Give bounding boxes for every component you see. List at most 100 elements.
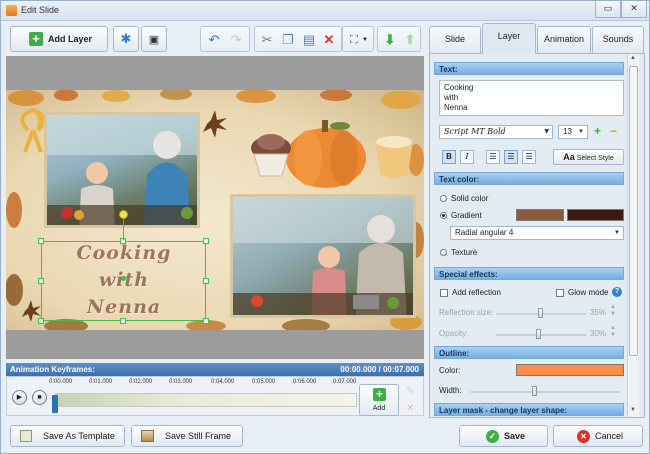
text-content-box[interactable]: Cooking with Nenna xyxy=(439,80,624,116)
keyframe-track[interactable] xyxy=(55,393,357,407)
tick-label: 0:05.000 xyxy=(252,379,276,385)
reflection-size-label: Reflection size: xyxy=(439,308,494,317)
animation-keyframes-label: Animation Keyframes: xyxy=(10,365,95,374)
add-reflection-label: Add reflection xyxy=(452,288,501,297)
resize-handle-tr[interactable] xyxy=(203,238,209,244)
move-down-icon[interactable]: ⬇ xyxy=(380,30,400,50)
order-group: ⬇ ⬆ xyxy=(377,26,421,52)
spin-arrows-icon[interactable]: ▲ ▼ xyxy=(610,304,616,318)
opacity-thumb[interactable] xyxy=(536,329,541,339)
select-style-button[interactable]: Aa Select Style xyxy=(553,149,624,165)
save-as-template-label: Save As Template xyxy=(43,431,115,441)
camera-button[interactable]: ▣ xyxy=(141,26,167,52)
resize-handle-tl[interactable] xyxy=(38,238,44,244)
edit-group: ✂ ❐ ▤ ✕ xyxy=(254,26,342,52)
text-line-2: with xyxy=(444,93,459,102)
add-keyframe-button[interactable]: + Add xyxy=(359,384,399,416)
font-name-value: Script MT Bold xyxy=(444,127,506,136)
gradient-radio[interactable] xyxy=(440,212,447,219)
special-effects-header: Special effects: xyxy=(434,267,624,280)
slide-canvas[interactable]: Cooking with Nenna xyxy=(6,56,424,359)
increase-font-icon[interactable]: + xyxy=(594,124,601,138)
resize-handle-br[interactable] xyxy=(203,318,209,324)
scroll-thumb[interactable] xyxy=(629,66,638,356)
effects-button[interactable]: ✱ xyxy=(113,26,139,52)
resize-handle-r[interactable] xyxy=(203,278,209,284)
add-layer-label: Add Layer xyxy=(48,34,93,44)
add-reflection-checkbox[interactable] xyxy=(440,289,448,297)
layer-selection-box[interactable] xyxy=(41,241,206,321)
resize-handle-bl[interactable] xyxy=(38,318,44,324)
photo-kitchen-2[interactable] xyxy=(230,194,416,318)
tab-sounds[interactable]: Sounds xyxy=(592,26,644,53)
outline-color-swatch[interactable] xyxy=(516,364,624,376)
font-name-select[interactable]: Script MT Bold ▼ xyxy=(439,125,553,139)
save-button[interactable]: ✓ Save xyxy=(459,425,548,447)
spin-arrows-icon[interactable]: ▲ ▼ xyxy=(610,325,616,339)
outline-color-label: Color: xyxy=(439,366,461,375)
cancel-button[interactable]: ✕ Cancel xyxy=(553,425,643,447)
glow-mode-checkbox[interactable] xyxy=(556,289,564,297)
bold-button[interactable]: B xyxy=(442,150,456,164)
text-line-3: Nenna xyxy=(444,103,468,112)
edit-keyframe-icon[interactable]: ✎ xyxy=(406,386,414,397)
align-center-button[interactable]: ☰ xyxy=(504,150,518,164)
reflection-size-thumb[interactable] xyxy=(538,308,543,318)
font-size-select[interactable]: 13 ▼ xyxy=(558,125,588,139)
outline-width-thumb[interactable] xyxy=(532,386,537,396)
delete-keyframe-icon[interactable]: ✕ xyxy=(406,403,414,414)
align-center-icon: ☰ xyxy=(507,152,515,161)
outline-header: Outline: xyxy=(434,346,624,359)
gradient-color-1-swatch[interactable] xyxy=(516,209,564,221)
scroll-up-icon[interactable]: ▲ xyxy=(630,55,636,61)
align-left-button[interactable]: ☰ xyxy=(486,150,500,164)
texture-label: Texture xyxy=(451,248,478,257)
stop-button[interactable]: ■ xyxy=(32,390,47,405)
gradient-type-select[interactable]: Radial angular 4 ▼ xyxy=(450,226,624,240)
chevron-down-icon[interactable]: ▼ xyxy=(359,30,371,50)
close-window-button[interactable]: ✕ xyxy=(621,1,647,18)
undo-icon[interactable]: ↶ xyxy=(204,30,224,50)
tab-animation[interactable]: Animation xyxy=(537,26,591,53)
solid-color-radio[interactable] xyxy=(440,195,447,202)
app-icon xyxy=(6,5,17,16)
move-up-icon[interactable]: ⬆ xyxy=(400,30,420,50)
paste-icon[interactable]: ▤ xyxy=(299,30,319,50)
opacity-value[interactable]: 30% xyxy=(590,327,606,340)
align-right-button[interactable]: ☰ xyxy=(522,150,536,164)
time-display: 00:00.000 / 00:07.000 xyxy=(340,365,419,374)
checkmark-icon: ✓ xyxy=(486,430,499,443)
anchor-point[interactable] xyxy=(121,276,126,281)
gradient-color-2-swatch[interactable] xyxy=(567,209,624,221)
tab-slide[interactable]: Slide xyxy=(429,26,481,53)
save-as-template-button[interactable]: Save As Template xyxy=(10,425,125,447)
fit-group: ⛶ ▼ xyxy=(342,26,374,52)
italic-button[interactable]: I xyxy=(460,150,474,164)
cut-icon[interactable]: ✂ xyxy=(257,30,277,50)
texture-radio[interactable] xyxy=(440,249,447,256)
redo-icon[interactable]: ↷ xyxy=(226,30,246,50)
add-layer-button[interactable]: + Add Layer xyxy=(10,26,108,52)
tab-layer[interactable]: Layer xyxy=(482,23,536,54)
playhead[interactable] xyxy=(52,395,58,413)
panel-scrollbar[interactable]: ▲ ▼ xyxy=(627,54,639,417)
chevron-down-icon: ▼ xyxy=(578,129,584,135)
rotation-handle[interactable] xyxy=(119,210,128,219)
resize-handle-l[interactable] xyxy=(38,278,44,284)
reflection-size-value[interactable]: 35% xyxy=(590,306,606,319)
help-icon[interactable]: ? xyxy=(612,287,622,297)
align-right-icon: ☰ xyxy=(525,152,533,161)
copy-icon[interactable]: ❐ xyxy=(278,30,298,50)
decrease-font-icon[interactable]: − xyxy=(610,124,617,138)
outline-width-slider[interactable] xyxy=(470,391,620,393)
plus-icon: + xyxy=(29,32,43,46)
maximize-button[interactable]: ▭ xyxy=(595,1,621,18)
save-still-frame-button[interactable]: Save Still Frame xyxy=(131,425,243,447)
scroll-down-icon[interactable]: ▼ xyxy=(630,407,636,413)
opacity-slider[interactable] xyxy=(496,334,586,336)
play-button[interactable]: ▶ xyxy=(12,390,27,405)
delete-icon[interactable]: ✕ xyxy=(319,30,339,50)
resize-handle-b[interactable] xyxy=(120,318,126,324)
gradient-type-value: Radial angular 4 xyxy=(455,228,514,237)
chevron-down-icon: ▼ xyxy=(544,128,549,135)
